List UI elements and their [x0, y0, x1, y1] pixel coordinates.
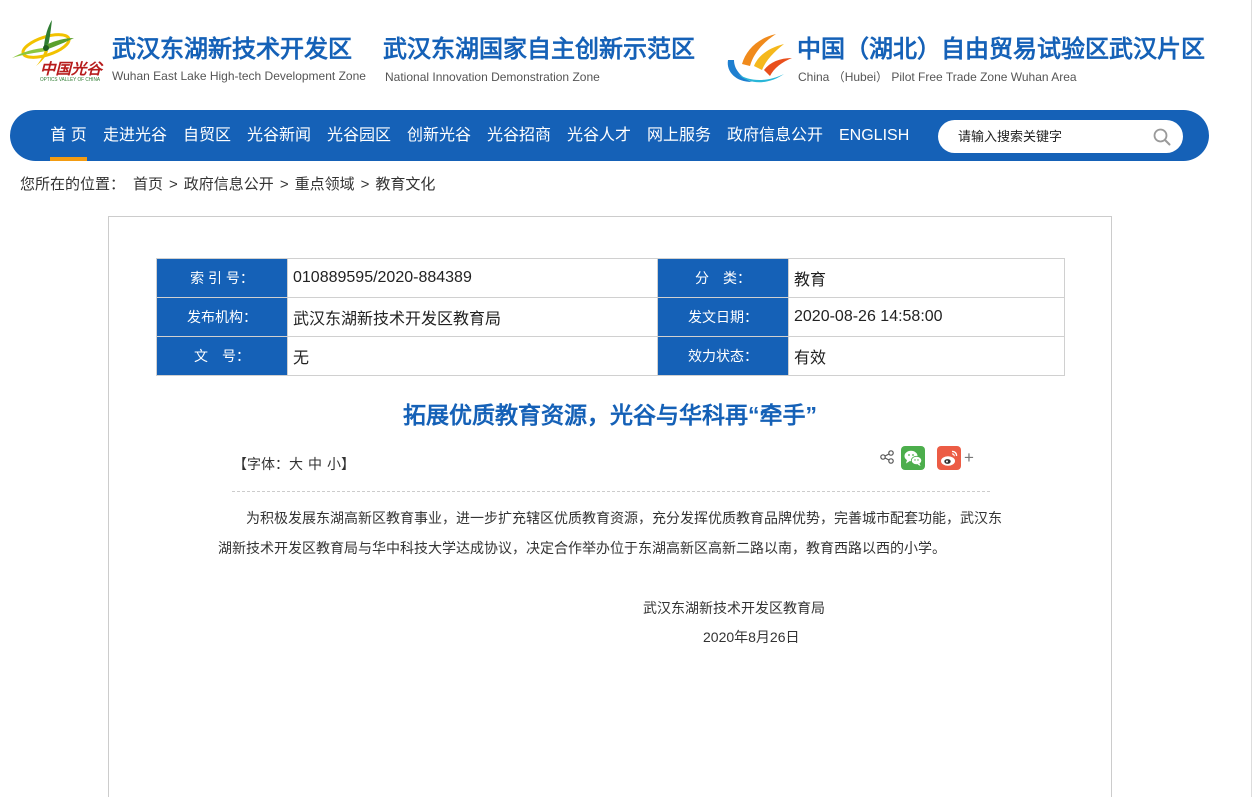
- issue-date-value: 2020-08-26 14:58:00: [788, 297, 1065, 337]
- publisher-label: 发布机构：: [156, 297, 288, 337]
- nav-item-gov-info[interactable]: 政府信息公开: [727, 110, 823, 161]
- search-icon[interactable]: [1153, 128, 1171, 146]
- info-row: 索 引 号： 010889595/2020-884389 分 类： 教育: [156, 258, 1065, 298]
- nav-item-talent[interactable]: 光谷人才: [567, 110, 631, 161]
- search-input[interactable]: [958, 120, 1148, 153]
- breadcrumb-key-areas[interactable]: 重点领域: [295, 176, 355, 193]
- brand-subtitle-innovation-zone: National Innovation Demonstration Zone: [385, 70, 600, 84]
- validity-status-value: 有效: [788, 336, 1065, 376]
- search-box: [938, 120, 1183, 153]
- free-trade-zone-logo[interactable]: [724, 30, 794, 84]
- font-size-suffix: 】: [341, 456, 355, 472]
- nav-item-innovation[interactable]: 创新光谷: [407, 110, 471, 161]
- font-size-medium[interactable]: 中: [308, 456, 322, 472]
- main-nav: 首 页 走进光谷 自贸区 光谷新闻 光谷园区 创新光谷 光谷招商 光谷人才 网上…: [10, 110, 1209, 161]
- brand-title-free-trade-zone[interactable]: 中国（湖北）自由贸易试验区武汉片区: [797, 36, 1205, 64]
- nav-item-parks[interactable]: 光谷园区: [327, 110, 391, 161]
- nav-item-investment[interactable]: 光谷招商: [487, 110, 551, 161]
- document-number-value: 无: [287, 336, 658, 376]
- category-label: 分 类：: [657, 258, 789, 298]
- article-container: 索 引 号： 010889595/2020-884389 分 类： 教育 发布机…: [108, 216, 1112, 797]
- breadcrumb-separator: >: [169, 176, 178, 193]
- dashed-divider: [232, 491, 990, 492]
- brand-title-development-zone[interactable]: 武汉东湖新技术开发区: [112, 36, 352, 64]
- nav-item-home[interactable]: 首 页: [50, 110, 87, 161]
- index-number-value: 010889595/2020-884389: [287, 258, 658, 298]
- info-row: 发布机构： 武汉东湖新技术开发区教育局 发文日期： 2020-08-26 14:…: [156, 297, 1065, 337]
- index-number-label: 索 引 号：: [156, 258, 288, 298]
- font-size-control: 【字体：大中小】: [233, 455, 355, 473]
- document-number-label: 文 号：: [156, 336, 288, 376]
- article-title: 拓展优质教育资源，光谷与华科再“牵手”: [403, 402, 817, 428]
- breadcrumb-gov-info[interactable]: 政府信息公开: [184, 176, 274, 193]
- validity-status-label: 效力状态：: [657, 336, 789, 376]
- breadcrumb-education-culture[interactable]: 教育文化: [375, 176, 435, 193]
- nav-item-english[interactable]: ENGLISH: [839, 110, 909, 161]
- signature-date: 2020年8月26日: [703, 629, 800, 645]
- weibo-icon[interactable]: [937, 446, 961, 470]
- nav-item-free-trade-zone[interactable]: 自贸区: [183, 110, 231, 161]
- share-icon[interactable]: [880, 450, 894, 464]
- nav-item-news[interactable]: 光谷新闻: [247, 110, 311, 161]
- brand-subtitle-free-trade-zone: China （Hubei） Pilot Free Trade Zone Wuha…: [798, 70, 1077, 84]
- issue-date-label: 发文日期：: [657, 297, 789, 337]
- article-body: 为积极发展东湖高新区教育事业，进一步扩充辖区优质教育资源，充分发挥优质教育品牌优…: [218, 510, 1002, 556]
- brand-title-innovation-zone[interactable]: 武汉东湖国家自主创新示范区: [383, 36, 695, 64]
- nav-item-online-services[interactable]: 网上服务: [647, 110, 711, 161]
- optics-valley-logo[interactable]: 中国光谷 OPTICS VALLEY OF CHINA: [10, 18, 106, 84]
- breadcrumb-separator: >: [279, 176, 289, 193]
- breadcrumb: 您所在的位置： 首页 > 政府信息公开 > 重点领域 > 教育文化: [20, 175, 435, 195]
- font-size-prefix: 【字体：: [233, 456, 289, 472]
- logo-text: 中国光谷: [40, 61, 104, 78]
- info-row: 文 号： 无 效力状态： 有效: [156, 336, 1065, 376]
- info-table: 索 引 号： 010889595/2020-884389 分 类： 教育 发布机…: [156, 258, 1065, 376]
- page-right-edge: [1251, 0, 1252, 797]
- more-share-button[interactable]: +: [964, 448, 974, 468]
- category-value: 教育: [788, 258, 1065, 298]
- breadcrumb-separator: >: [360, 176, 370, 193]
- nav-item-about[interactable]: 走进光谷: [103, 110, 167, 161]
- signature-organization: 武汉东湖新技术开发区教育局: [643, 600, 825, 616]
- logo-subtext: OPTICS VALLEY OF CHINA: [40, 77, 101, 83]
- font-size-small[interactable]: 小: [327, 456, 341, 472]
- breadcrumb-home[interactable]: 首页: [133, 176, 163, 193]
- wechat-icon[interactable]: [901, 446, 925, 470]
- brand-subtitle-development-zone: Wuhan East Lake High-tech Development Zo…: [112, 69, 366, 83]
- publisher-value: 武汉东湖新技术开发区教育局: [287, 297, 658, 337]
- breadcrumb-prefix: 您所在的位置：: [20, 176, 126, 193]
- font-size-large[interactable]: 大: [289, 456, 303, 472]
